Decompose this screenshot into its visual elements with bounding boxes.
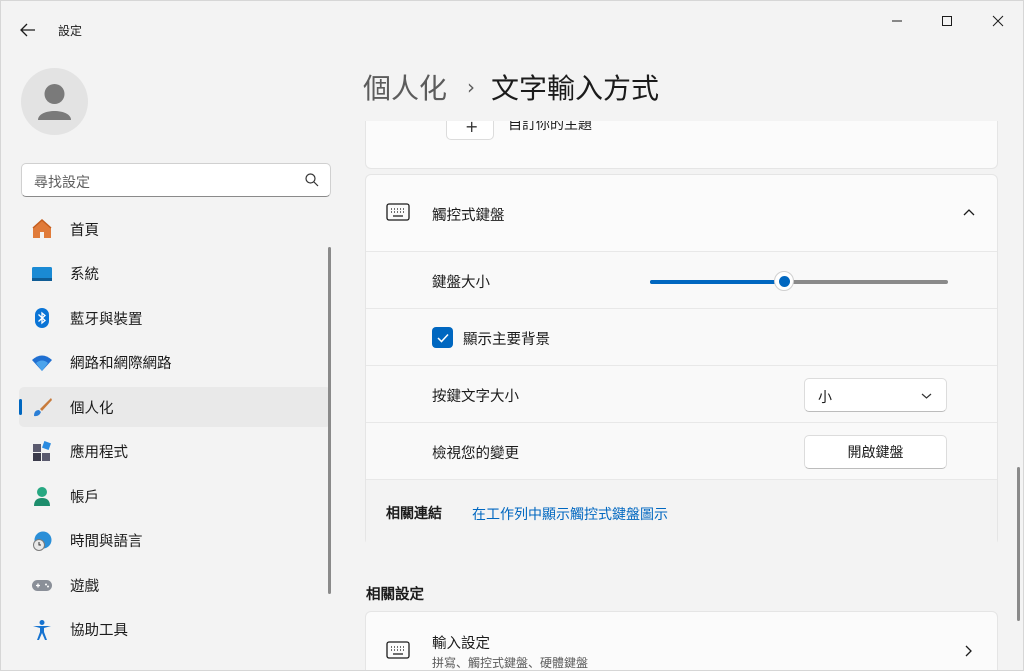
sidebar-item-apps[interactable]: 應用程式 [19, 432, 331, 472]
sidebar-item-label: 網路和網際網路 [70, 356, 172, 372]
touch-keyboard-card: 觸控式鍵盤 鍵盤大小 顯示主要背景 按鍵文字大小 小 檢視您的變更 開啟鍵盤 相… [365, 174, 998, 545]
show-theme-label: 顯示主要背景 [463, 332, 550, 348]
breadcrumb-parent[interactable]: 個人化 [363, 67, 447, 107]
show-touch-keyboard-icon-link[interactable]: 在工作列中顯示觸控式鍵盤圖示 [472, 504, 668, 524]
chevron-down-icon [921, 393, 932, 399]
input-settings-card[interactable]: 輸入設定 拼寫、觸控式鍵盤、硬體鍵盤 [365, 611, 998, 670]
keyboard-size-label: 鍵盤大小 [432, 275, 490, 291]
sidebar-item-gaming[interactable]: 遊戲 [19, 565, 331, 605]
settings-window: 設定 尋找設定 首頁 系統 藍牙與裝置 網路和網際網路 個人化 應用程式 帳戶 … [0, 0, 1024, 671]
title-bar: 設定 [1, 1, 1023, 49]
brush-icon [31, 396, 53, 418]
sidebar-item-label: 帳戶 [70, 489, 99, 506]
preview-row: 檢視您的變更 開啟鍵盤 [366, 422, 997, 479]
user-avatar-icon [38, 84, 71, 120]
sidebar-item-bluetooth[interactable]: 藍牙與裝置 [19, 298, 331, 338]
touch-keyboard-header[interactable]: 觸控式鍵盤 [366, 175, 997, 251]
key-text-size-dropdown[interactable]: 小 [804, 378, 947, 412]
home-icon [31, 218, 53, 240]
bluetooth-icon [31, 307, 53, 329]
input-settings-title: 輸入設定 [432, 636, 490, 652]
maximize-icon [942, 16, 952, 26]
sidebar-item-label: 藍牙與裝置 [70, 311, 143, 328]
sidebar-nav: 首頁 系統 藍牙與裝置 網路和網際網路 個人化 應用程式 帳戶 時間與語言 遊戲… [19, 209, 331, 654]
show-theme-row: 顯示主要背景 [366, 308, 997, 365]
theme-preview-button[interactable]: + [446, 121, 494, 140]
key-text-size-label: 按鍵文字大小 [432, 389, 519, 405]
app-title: 設定 [58, 24, 83, 38]
maximize-button[interactable] [927, 7, 967, 35]
page-title: 文字輸入方式 [491, 72, 660, 105]
slider-fill [650, 280, 785, 284]
preview-label: 檢視您的變更 [432, 446, 519, 462]
sidebar-item-accounts[interactable]: 帳戶 [19, 476, 331, 516]
related-settings-title: 相關設定 [366, 587, 424, 603]
sidebar-item-accessibility[interactable]: 協助工具 [19, 610, 331, 650]
minimize-button[interactable] [877, 7, 917, 35]
sidebar-item-network[interactable]: 網路和網際網路 [19, 343, 331, 383]
keyboard-icon [386, 641, 410, 659]
content-scrollbar[interactable] [1017, 467, 1020, 621]
show-theme-checkbox[interactable] [432, 327, 453, 348]
avatar[interactable] [21, 68, 88, 135]
plus-icon: + [465, 121, 479, 136]
dropdown-value: 小 [818, 390, 832, 406]
back-arrow-icon [20, 23, 35, 37]
keyboard-size-slider[interactable] [650, 271, 948, 291]
keyboard-icon [386, 203, 410, 221]
account-icon [31, 485, 53, 507]
search-icon[interactable] [304, 172, 320, 188]
close-button[interactable] [978, 7, 1018, 35]
open-keyboard-button[interactable]: 開啟鍵盤 [804, 435, 947, 469]
input-settings-subtitle: 拼寫、觸控式鍵盤、硬體鍵盤 [432, 656, 589, 670]
slider-thumb[interactable] [774, 271, 795, 291]
sidebar-item-label: 個人化 [70, 400, 114, 417]
keyboard-size-row: 鍵盤大小 [366, 251, 997, 308]
minimize-icon [892, 20, 902, 22]
back-button[interactable] [13, 15, 43, 45]
sidebar-item-label: 遊戲 [70, 578, 99, 595]
sidebar-item-home[interactable]: 首頁 [19, 209, 331, 249]
sidebar-item-label: 時間與語言 [70, 534, 143, 550]
related-links-row: 相關連結 在工作列中顯示觸控式鍵盤圖示 [366, 479, 997, 545]
sidebar-item-time-language[interactable]: 時間與語言 [19, 521, 331, 561]
system-icon [31, 263, 53, 285]
touch-keyboard-title: 觸控式鍵盤 [432, 208, 505, 224]
close-icon [992, 15, 1004, 27]
sidebar-item-label: 協助工具 [70, 623, 128, 639]
key-text-size-row: 按鍵文字大小 小 [366, 365, 997, 422]
chevron-up-icon[interactable] [962, 207, 976, 217]
previous-card-text: 自訂你的主題 [508, 121, 592, 133]
content-area: + 自訂你的主題 觸控式鍵盤 鍵盤大小 顯示主要背景 按鍵文字大小 小 檢視您的… [365, 121, 1001, 670]
time-language-icon [31, 530, 53, 552]
wifi-icon [31, 352, 53, 374]
previous-card: + 自訂你的主題 [365, 121, 998, 169]
sidebar-item-system[interactable]: 系統 [19, 254, 331, 294]
breadcrumb: 個人化 › 文字輸入方式 [363, 67, 659, 107]
sidebar-scrollbar[interactable] [328, 247, 331, 594]
related-links-label: 相關連結 [386, 506, 442, 522]
search-input[interactable]: 尋找設定 [34, 172, 90, 192]
checkmark-icon [436, 333, 449, 343]
breadcrumb-separator-icon: › [467, 75, 476, 99]
sidebar-item-label: 應用程式 [70, 445, 128, 461]
apps-icon [31, 440, 53, 463]
accessibility-icon [31, 619, 53, 641]
chevron-right-icon [965, 645, 972, 657]
sidebar-item-label: 首頁 [70, 222, 99, 239]
sidebar-item-label: 系統 [70, 267, 99, 283]
gamepad-icon [31, 574, 53, 596]
search-box[interactable]: 尋找設定 [21, 163, 331, 197]
sidebar-item-personalization[interactable]: 個人化 [19, 387, 331, 427]
